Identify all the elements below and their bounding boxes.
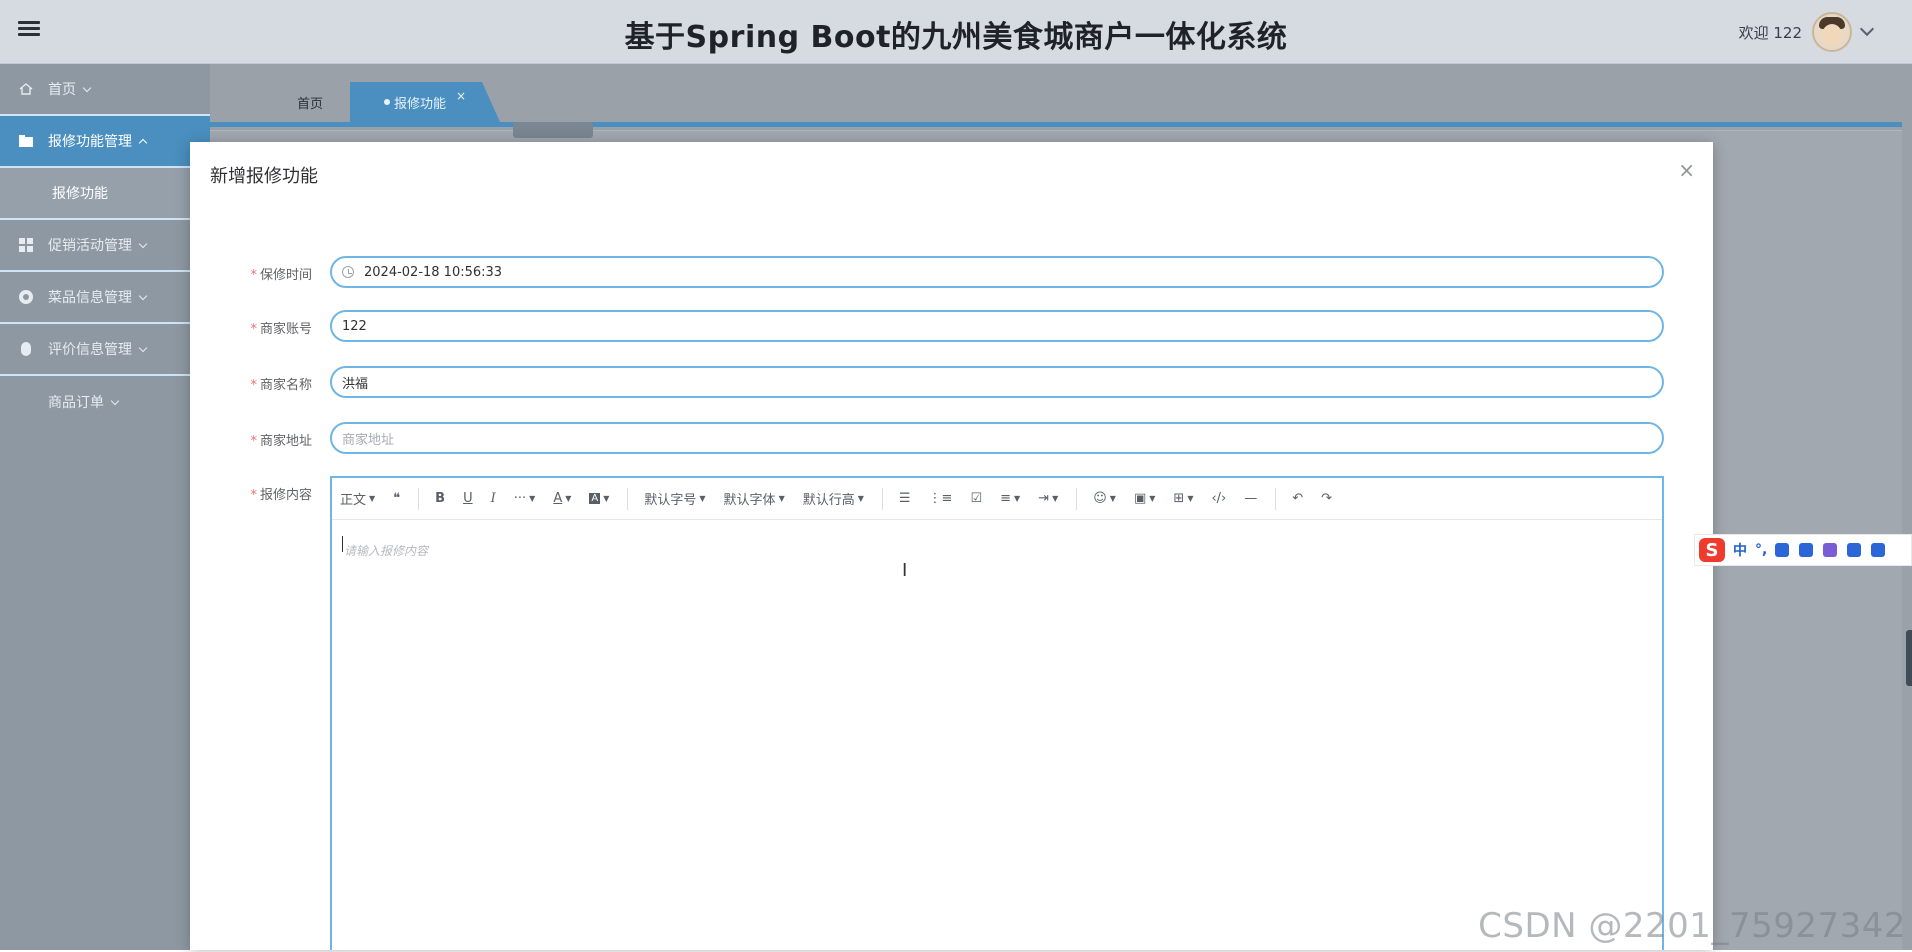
keyboard-icon[interactable] xyxy=(1799,543,1814,557)
chevron-up-icon xyxy=(138,138,148,147)
ime-mode[interactable]: 中 xyxy=(1733,540,1747,560)
font-color-icon[interactable]: A ▼ xyxy=(553,491,571,506)
chevron-down-icon xyxy=(138,291,148,300)
chevron-down-icon xyxy=(138,343,148,352)
home-icon xyxy=(19,83,33,95)
dish-icon xyxy=(19,290,33,304)
italic-icon[interactable]: I xyxy=(491,491,496,506)
merchant-account-input[interactable]: 122 xyxy=(330,310,1664,342)
page-title: 基于Spring Boot的九州美食城商户一体化系统 xyxy=(624,20,1288,55)
skin-icon[interactable] xyxy=(1823,543,1838,557)
microphone-icon[interactable] xyxy=(1775,543,1790,557)
code-icon[interactable]: ‹/› xyxy=(1211,491,1226,506)
comment-icon xyxy=(21,342,31,356)
hidden-button xyxy=(513,122,593,138)
ime-toolbar[interactable]: S 中 °, xyxy=(1694,534,1912,566)
clock-icon xyxy=(342,266,354,278)
ime-punct[interactable]: °, xyxy=(1755,542,1767,558)
bg-color-icon[interactable]: A ▼ xyxy=(589,493,609,504)
quote-icon[interactable]: ❝ xyxy=(393,491,400,506)
scroll-handle[interactable] xyxy=(1906,630,1912,686)
more-icon[interactable]: ··· ▼ xyxy=(514,491,536,506)
editor-placeholder: 请输入报修内容 xyxy=(344,544,429,558)
font-size-select[interactable]: 默认字号 ▼ xyxy=(644,489,705,508)
sidebar: 首页 报修功能管理 报修功能 促销活动管理 菜品信息管理 评价信息管理 商品订单 xyxy=(0,64,210,950)
avatar[interactable] xyxy=(1812,12,1852,52)
folder-icon xyxy=(19,135,33,147)
add-repair-dialog: 新增报修功能 × * 保修时间 2024-02-18 10:56:33 * 商家账号… xyxy=(190,142,1713,950)
sidebar-item-promotion[interactable]: 促销活动管理 xyxy=(0,220,210,272)
field-label: * 商家地址 xyxy=(250,434,312,449)
welcome-text: 欢迎 122 xyxy=(1738,23,1802,42)
text-caret xyxy=(342,536,343,552)
top-header: 基于Spring Boot的九州美食城商户一体化系统 欢迎 122 xyxy=(0,0,1912,64)
rich-text-editor: 正文 ▼ ❝ B U I ··· ▼ A ▼ A ▼ 默认字号 ▼ 默认字体 ▼ 默认行高 ▼… xyxy=(330,476,1664,950)
sidebar-item-repair[interactable]: 报修功能 xyxy=(0,168,210,220)
line-height-select[interactable]: 默认行高 ▼ xyxy=(803,489,864,508)
grid-icon xyxy=(19,238,33,252)
active-dot-icon xyxy=(383,99,390,105)
field-label: * 报修内容 xyxy=(250,488,312,503)
indent-icon[interactable]: ⇥ ▼ xyxy=(1038,491,1058,506)
chevron-down-icon xyxy=(110,396,120,405)
bullet-list-icon[interactable]: ☰ xyxy=(899,491,911,506)
watermark: CSDN @2201_75927342 xyxy=(1478,906,1906,946)
sidebar-item-orders[interactable]: 商品订单 xyxy=(0,376,210,428)
dialog-title: 新增报修功能 xyxy=(210,166,318,187)
sidebar-item-comment[interactable]: 评价信息管理 xyxy=(0,324,210,376)
field-label: * 商家账号 xyxy=(250,322,312,337)
align-icon[interactable]: ≡ ▼ xyxy=(1000,491,1020,506)
sidebar-item-home[interactable]: 首页 xyxy=(0,64,210,116)
chevron-down-icon xyxy=(82,83,92,92)
sogou-logo-icon[interactable]: S xyxy=(1699,538,1725,562)
repair-time-input[interactable]: 2024-02-18 10:56:33 xyxy=(330,256,1664,288)
sidebar-item-dish[interactable]: 菜品信息管理 xyxy=(0,272,210,324)
underline-icon[interactable]: U xyxy=(463,491,473,506)
font-family-select[interactable]: 默认字体 ▼ xyxy=(724,489,785,508)
bold-icon[interactable]: B xyxy=(435,491,445,506)
apps-icon[interactable] xyxy=(1871,543,1886,557)
tab-close-icon[interactable]: × xyxy=(456,89,466,103)
chevron-down-icon xyxy=(138,239,148,248)
editor-content-area[interactable]: 请输入报修内容 I xyxy=(332,520,1662,952)
tab-bar: 首页 报修功能 × xyxy=(210,82,1912,122)
redo-icon[interactable]: ↷ xyxy=(1321,491,1332,506)
tab-underline xyxy=(210,122,1902,127)
undo-icon[interactable]: ↶ xyxy=(1292,491,1303,506)
user-menu[interactable]: 欢迎 122 xyxy=(1738,12,1875,52)
table-icon[interactable]: ⊞ ▼ xyxy=(1173,491,1193,506)
editor-toolbar: 正文 ▼ ❝ B U I ··· ▼ A ▼ A ▼ 默认字号 ▼ 默认字体 ▼ 默认行高 ▼… xyxy=(332,478,1662,520)
tab-repair[interactable]: 报修功能 × xyxy=(350,82,500,122)
divider-icon[interactable]: — xyxy=(1244,491,1257,506)
todo-icon[interactable]: ☑ xyxy=(970,491,982,506)
merchant-address-input[interactable]: 商家地址 xyxy=(330,422,1664,454)
emoji-icon[interactable]: ☺ ▼ xyxy=(1093,491,1116,506)
sidebar-item-repair-management[interactable]: 报修功能管理 xyxy=(0,116,210,168)
game-icon[interactable] xyxy=(1847,543,1862,557)
heading-select[interactable]: 正文 ▼ xyxy=(340,489,375,508)
chevron-down-icon[interactable] xyxy=(1859,21,1875,37)
field-label: * 商家名称 xyxy=(250,378,312,393)
merchant-name-input[interactable]: 洪福 xyxy=(330,366,1664,398)
text-cursor-icon: I xyxy=(902,560,908,581)
field-label: * 保修时间 xyxy=(250,268,312,283)
close-icon[interactable]: × xyxy=(1678,160,1695,180)
numbered-list-icon[interactable]: ⋮≡ xyxy=(929,491,953,506)
image-icon[interactable]: ▣ ▼ xyxy=(1134,491,1155,506)
